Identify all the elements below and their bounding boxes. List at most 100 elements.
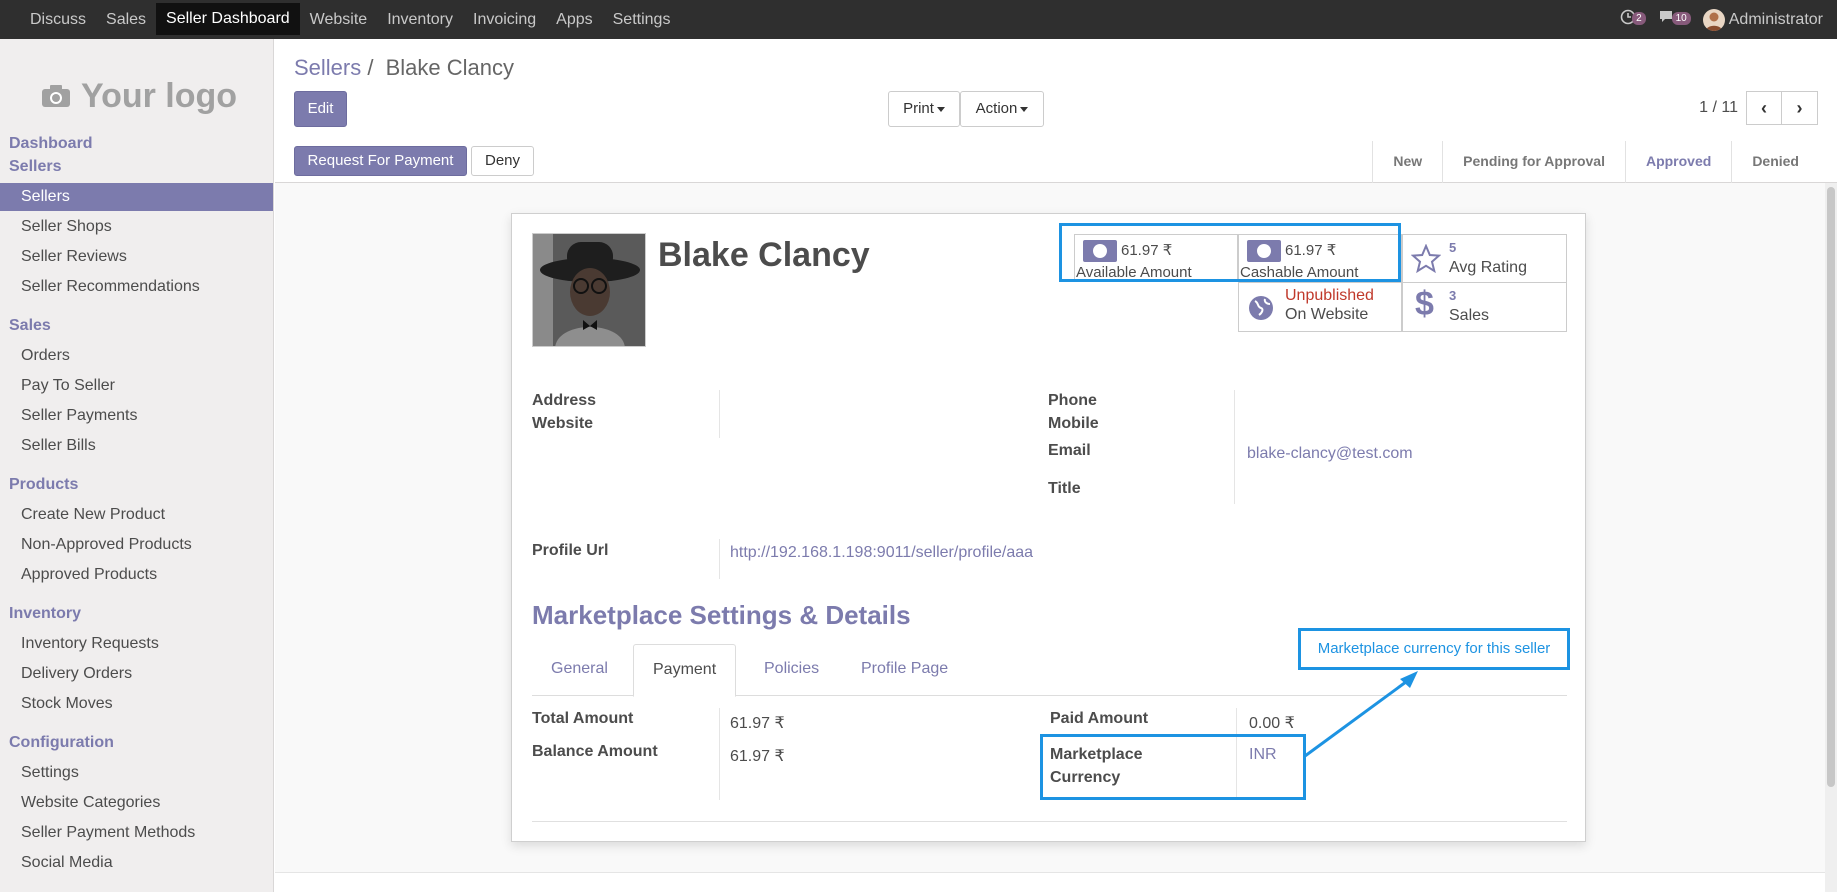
action-label: Action — [975, 100, 1018, 117]
marketplace-section-title: Marketplace Settings & Details — [532, 600, 911, 630]
sidebar-item-seller-bills[interactable]: Seller Bills — [0, 432, 273, 460]
field-divider — [719, 539, 720, 579]
action-dropdown[interactable]: Action — [960, 91, 1044, 127]
sidebar-group-products[interactable]: Products — [9, 476, 78, 494]
breadcrumb-current: Blake Clancy — [385, 55, 515, 80]
total-amount-label: Total Amount — [532, 710, 634, 727]
paid-amount-value: 0.00 ₹ — [1249, 715, 1295, 732]
scrollbar[interactable] — [1825, 183, 1837, 892]
sidebar-group-dashboard[interactable]: Dashboard — [9, 135, 93, 153]
user-menu[interactable]: Administrator — [1702, 8, 1823, 31]
sidebar-item-seller-shops[interactable]: Seller Shops — [0, 213, 273, 241]
field-divider — [1234, 390, 1235, 504]
user-avatar — [1702, 8, 1725, 31]
sidebar-item-seller-payment-methods[interactable]: Seller Payment Methods — [0, 819, 273, 847]
stage-approved[interactable]: Approved — [1624, 141, 1731, 183]
email-value[interactable]: blake-clancy@test.com — [1247, 445, 1413, 463]
total-amount-value: 61.97 ₹ — [730, 715, 785, 732]
menu-website[interactable]: Website — [300, 0, 378, 39]
seller-name[interactable]: Blake Clancy — [658, 236, 870, 275]
pager-next-button[interactable]: › — [1782, 91, 1818, 125]
menu-settings[interactable]: Settings — [603, 0, 681, 39]
sidebar-item-non-approved-products[interactable]: Non-Approved Products — [0, 531, 273, 559]
activity-button[interactable]: 2 — [1620, 9, 1646, 30]
sidebar-item-seller-reviews[interactable]: Seller Reviews — [0, 243, 273, 271]
stage-denied[interactable]: Denied — [1731, 141, 1837, 183]
sidebar-group-sales[interactable]: Sales — [9, 317, 51, 335]
pager-value[interactable]: 1 / 11 — [1699, 99, 1738, 117]
website-publish-button[interactable]: Unpublished On Website — [1238, 282, 1402, 332]
sidebar-item-seller-payments[interactable]: Seller Payments — [0, 402, 273, 430]
avg-rating-button[interactable]: 5 Avg Rating — [1402, 234, 1567, 283]
title-label: Title — [1048, 480, 1081, 497]
sidebar-item-sellers[interactable]: Sellers — [0, 183, 273, 211]
print-dropdown[interactable]: Print — [888, 91, 960, 127]
logo-text: Your logo — [80, 76, 238, 115]
mobile-label: Mobile — [1048, 415, 1099, 432]
stage-pending-for-approval[interactable]: Pending for Approval — [1442, 141, 1625, 183]
sidebar-item-seller-recommendations[interactable]: Seller Recommendations — [0, 273, 273, 301]
seller-photo[interactable] — [532, 233, 646, 347]
globe-icon — [1249, 296, 1273, 320]
website-status-value: Unpublished — [1285, 287, 1374, 304]
deny-button[interactable]: Deny — [471, 146, 534, 176]
messages-button[interactable]: 10 — [1658, 9, 1691, 30]
breadcrumb-separator: / — [367, 55, 374, 80]
activity-badge: 2 — [1632, 12, 1646, 25]
menu-inventory[interactable]: Inventory — [377, 0, 463, 39]
stage-new[interactable]: New — [1372, 141, 1442, 183]
profile-url-label: Profile Url — [532, 542, 609, 559]
profile-url-value[interactable]: http://192.168.1.198:9011/seller/profile… — [730, 544, 1033, 562]
user-name: Administrator — [1728, 10, 1823, 28]
menu-apps[interactable]: Apps — [546, 0, 602, 39]
sidebar-item-approved-products[interactable]: Approved Products — [0, 561, 273, 589]
avg-rating-value: 5 — [1449, 240, 1457, 255]
print-label: Print — [903, 100, 934, 117]
paid-amount-label: Paid Amount — [1050, 710, 1149, 727]
top-navbar: Discuss Sales Seller Dashboard Website I… — [0, 0, 1837, 39]
sidebar-group-inventory[interactable]: Inventory — [9, 605, 81, 623]
tab-general[interactable]: General — [532, 644, 627, 696]
caret-down-icon — [936, 106, 945, 112]
sidebar-item-settings[interactable]: Settings — [0, 759, 273, 787]
sales-value: 3 — [1449, 288, 1457, 303]
sidebar-item-stock-moves[interactable]: Stock Moves — [0, 690, 273, 718]
currency-highlight-box — [1040, 734, 1306, 800]
caret-down-icon — [1020, 106, 1029, 112]
tab-payment[interactable]: Payment — [633, 644, 737, 697]
tab-profile-page[interactable]: Profile Page — [842, 644, 967, 696]
menu-sales[interactable]: Sales — [96, 0, 156, 39]
sidebar-item-social-media[interactable]: Social Media — [0, 849, 273, 877]
dollar-icon: $ — [1415, 285, 1434, 323]
tab-policies[interactable]: Policies — [745, 644, 838, 696]
field-divider — [719, 390, 720, 438]
sidebar-item-delivery-orders[interactable]: Delivery Orders — [0, 660, 273, 688]
field-divider — [719, 708, 720, 800]
company-logo: Your logo — [30, 61, 248, 131]
star-icon — [1411, 244, 1441, 274]
sidebar-item-website-categories[interactable]: Website Categories — [0, 789, 273, 817]
sidebar-item-inventory-requests[interactable]: Inventory Requests — [0, 630, 273, 658]
sales-button[interactable]: $ 3 Sales — [1402, 282, 1567, 332]
sidebar-item-create-new-product[interactable]: Create New Product — [0, 501, 273, 529]
sidebar-group-sellers[interactable]: Sellers — [9, 158, 61, 176]
breadcrumb-sellers-link[interactable]: Sellers — [294, 55, 361, 80]
annotation-callout: Marketplace currency for this seller — [1298, 628, 1570, 670]
balance-amount-label: Balance Amount — [532, 743, 658, 760]
chevron-left-icon: ‹ — [1761, 97, 1767, 118]
menu-invoicing[interactable]: Invoicing — [463, 0, 546, 39]
request-for-payment-button[interactable]: Request For Payment — [294, 146, 467, 176]
sidebar-group-configuration[interactable]: Configuration — [9, 734, 114, 752]
scrollbar-thumb[interactable] — [1827, 187, 1835, 787]
sidebar-item-orders[interactable]: Orders — [0, 342, 273, 370]
menu-discuss[interactable]: Discuss — [20, 0, 96, 39]
edit-button[interactable]: Edit — [294, 91, 347, 127]
sheet-divider — [532, 821, 1567, 822]
status-stages: New Pending for Approval Approved Denied — [1372, 141, 1837, 183]
breadcrumb: Sellers / Blake Clancy — [294, 55, 514, 81]
app-menu: Discuss Sales Seller Dashboard Website I… — [20, 0, 680, 39]
menu-seller-dashboard[interactable]: Seller Dashboard — [156, 3, 300, 35]
sidebar: Your logo Dashboard Sellers Sellers Sell… — [0, 39, 274, 892]
sidebar-item-pay-to-seller[interactable]: Pay To Seller — [0, 372, 273, 400]
pager-previous-button[interactable]: ‹ — [1746, 91, 1782, 125]
